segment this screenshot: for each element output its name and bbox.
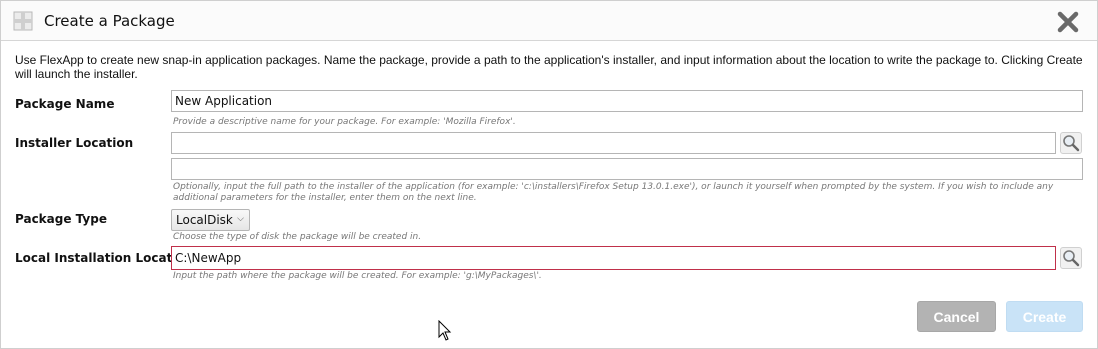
installer-location-hint: Optionally, input the full path to the i… — [173, 182, 1054, 203]
installer-parameters-input[interactable] — [171, 158, 1083, 180]
dialog-description: Use FlexApp to create new snap-in applic… — [15, 53, 1083, 81]
local-location-browse-button[interactable] — [1060, 247, 1082, 269]
search-icon — [1063, 135, 1080, 152]
mouse-pointer-icon — [438, 320, 452, 341]
installer-location-input[interactable] — [171, 132, 1056, 154]
search-icon — [1063, 250, 1080, 267]
local-installation-location-hint: Input the path where the package will be… — [173, 271, 542, 281]
package-type-hint: Choose the type of disk the package will… — [173, 232, 422, 242]
create-button[interactable]: Create — [1006, 301, 1083, 332]
chevron-down-icon: ⌵ — [237, 214, 244, 224]
package-name-label: Package Name — [15, 97, 115, 111]
close-icon[interactable] — [1056, 10, 1080, 34]
package-type-select[interactable]: LocalDisk ⌵ — [171, 209, 250, 231]
installer-location-label: Installer Location — [15, 136, 134, 150]
dialog-header: Create a Package — [1, 1, 1097, 41]
create-package-dialog: Create a Package Use FlexApp to create n… — [0, 0, 1098, 349]
package-type-value: LocalDisk — [176, 213, 233, 227]
cancel-button[interactable]: Cancel — [917, 301, 996, 332]
local-installation-location-label: Local Installation Location — [15, 251, 194, 265]
package-type-label: Package Type — [15, 212, 107, 226]
local-installation-location-input[interactable] — [171, 246, 1056, 270]
installer-browse-button[interactable] — [1060, 132, 1082, 154]
package-icon — [13, 11, 33, 31]
dialog-title: Create a Package — [44, 12, 175, 30]
package-name-input[interactable] — [171, 90, 1083, 112]
package-name-hint: Provide a descriptive name for your pack… — [173, 117, 516, 127]
